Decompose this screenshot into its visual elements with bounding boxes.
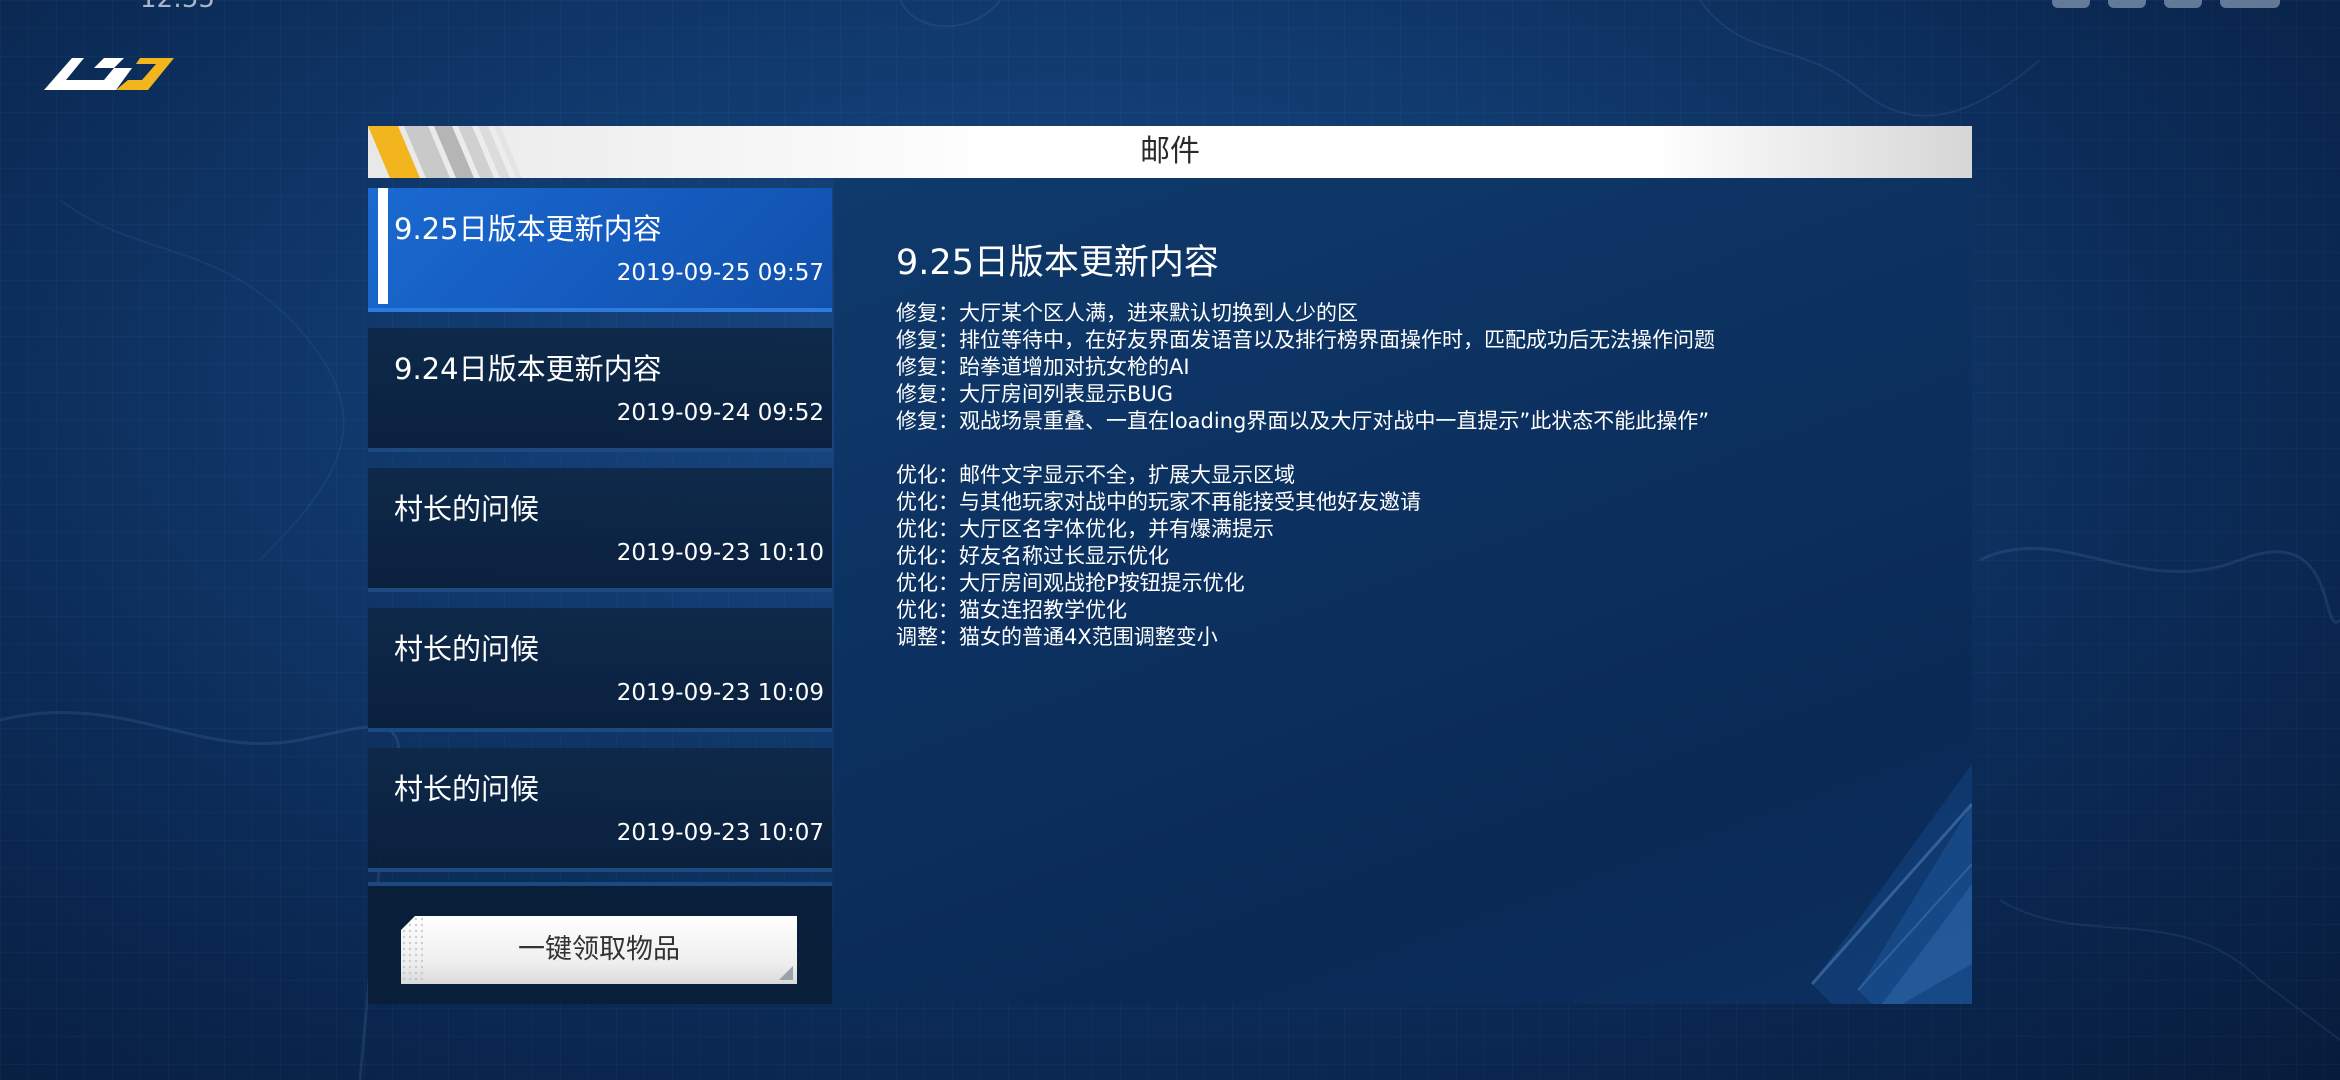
mail-subject: 村长的问候 [394,632,540,666]
mail-subject: 村长的问候 [394,772,540,806]
game-logo-icon [44,58,174,90]
mail-item[interactable]: 村长的问候 2019-09-23 10:10 [368,468,832,592]
changelog-line: 修复：大厅房间列表显示BUG [896,382,1174,406]
game-screen: 12:55 邮件 9.25日版本更新内 [0,0,2340,1080]
mail-subject: 村长的问候 [394,492,540,526]
mail-item[interactable]: 村长的问候 2019-09-23 10:07 [368,748,832,872]
changelog-line: 优化：与其他玩家对战中的玩家不再能接受其他好友邀请 [896,490,1421,514]
signal-icon [2052,0,2090,8]
status-time: 12:55 [140,0,215,14]
mail-list: 9.25日版本更新内容 2019-09-25 09:57 9.24日版本更新内容… [368,188,832,888]
corner-decoration-icon [1810,764,1972,1004]
changelog-line: 优化：大厅房间观战抢P按钮提示优化 [896,571,1245,595]
changelog-line: 修复：大厅某个区人满，进来默认切换到人少的区 [896,301,1358,325]
mail-subject: 9.24日版本更新内容 [394,352,662,386]
mail-list-footer: 一键领取物品 [368,882,832,1004]
mail-date: 2019-09-23 10:09 [616,680,824,706]
changelog-line: 修复：观战场景重叠、一直在loading界面以及大厅对战中一直提示”此状态不能此… [896,409,1710,433]
claim-all-button[interactable]: 一键领取物品 [401,916,797,984]
mail-item[interactable]: 9.25日版本更新内容 2019-09-25 09:57 [368,188,832,312]
mail-date: 2019-09-23 10:10 [616,540,824,566]
wifi-icon [2164,0,2202,8]
changelog-line: 优化：大厅区名字体优化，并有爆满提示 [896,517,1274,541]
mail-item[interactable]: 9.24日版本更新内容 2019-09-24 09:52 [368,328,832,452]
changelog-spacer [896,435,1715,462]
changelog-line: 优化：好友名称过长显示优化 [896,544,1169,568]
mail-detail-body: 修复：大厅某个区人满，进来默认切换到人少的区 修复：排位等待中，在好友界面发语音… [896,300,1715,651]
panel-header: 邮件 [368,126,1972,178]
changelog-line: 修复：跆拳道增加对抗女枪的AI [896,355,1190,379]
signal-icon [2108,0,2146,8]
page-title: 邮件 [1140,134,1200,169]
corner-notch-icon [779,966,793,980]
mail-date: 2019-09-24 09:52 [616,400,824,426]
changelog-line: 优化：邮件文字显示不全，扩展大显示区域 [896,463,1295,487]
battery-icon [2220,0,2280,8]
selection-indicator [378,188,388,304]
mail-panel: 邮件 9.25日版本更新内容 2019-09-25 09:57 9.24日版本更… [368,126,1972,1004]
mail-detail: 9.25日版本更新内容 修复：大厅某个区人满，进来默认切换到人少的区 修复：排位… [834,178,1972,1004]
system-status-bar: 12:55 [0,0,2340,14]
changelog-line: 调整：猫女的普通4X范围调整变小 [896,625,1218,649]
status-icons [2052,0,2280,10]
changelog-line: 优化：猫女连招教学优化 [896,598,1127,622]
button-dots-decoration [401,916,423,984]
mail-detail-title: 9.25日版本更新内容 [896,243,1219,283]
mail-date: 2019-09-23 10:07 [616,820,824,846]
changelog-line: 修复：排位等待中，在好友界面发语音以及排行榜界面操作时，匹配成功后无法操作问题 [896,328,1715,352]
claim-all-label: 一键领取物品 [518,934,680,965]
mail-date: 2019-09-25 09:57 [616,260,824,286]
mail-subject: 9.25日版本更新内容 [394,212,662,246]
mail-item[interactable]: 村长的问候 2019-09-23 10:09 [368,608,832,732]
